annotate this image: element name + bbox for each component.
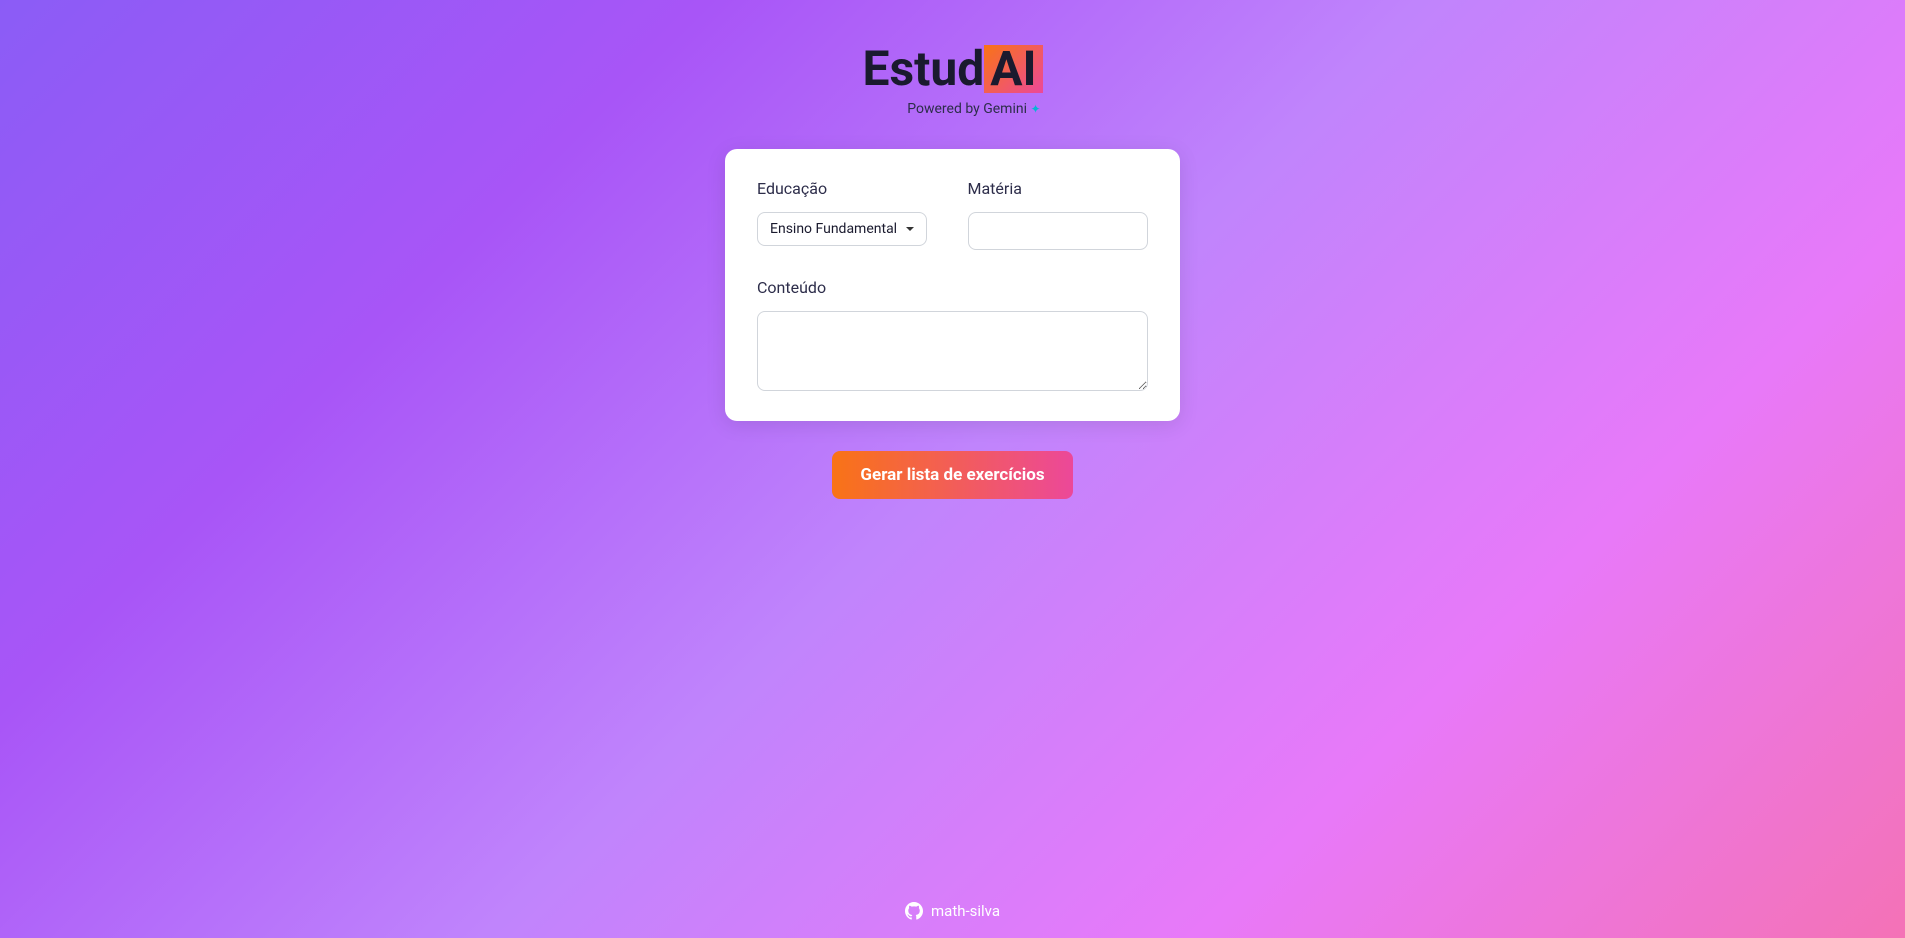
github-icon bbox=[905, 902, 923, 920]
header: EstudAI Powered by Gemini ✦ bbox=[862, 45, 1042, 117]
form-card: Educação Ensino Fundamental Matéria Cont… bbox=[725, 149, 1180, 421]
footer: math-silva bbox=[905, 902, 1000, 920]
education-group: Educação Ensino Fundamental bbox=[757, 179, 938, 250]
form-row-top: Educação Ensino Fundamental Matéria bbox=[757, 179, 1148, 250]
powered-by: Powered by Gemini ✦ bbox=[862, 101, 1042, 117]
generate-button[interactable]: Gerar lista de exercícios bbox=[832, 451, 1072, 499]
content-label: Conteúdo bbox=[757, 278, 1148, 297]
subject-input[interactable] bbox=[968, 212, 1149, 250]
sparkle-icon: ✦ bbox=[1030, 102, 1040, 116]
education-select[interactable]: Ensino Fundamental bbox=[757, 212, 927, 246]
content-textarea[interactable] bbox=[757, 311, 1148, 391]
logo: EstudAI bbox=[862, 45, 1042, 93]
subject-label: Matéria bbox=[968, 179, 1149, 198]
education-label: Educação bbox=[757, 179, 938, 198]
footer-author[interactable]: math-silva bbox=[931, 902, 1000, 920]
content-group: Conteúdo bbox=[757, 278, 1148, 391]
subject-group: Matéria bbox=[968, 179, 1149, 250]
logo-suffix: AI bbox=[984, 45, 1042, 93]
logo-prefix: Estud bbox=[862, 40, 984, 97]
powered-by-text: Powered by Gemini bbox=[907, 101, 1027, 117]
